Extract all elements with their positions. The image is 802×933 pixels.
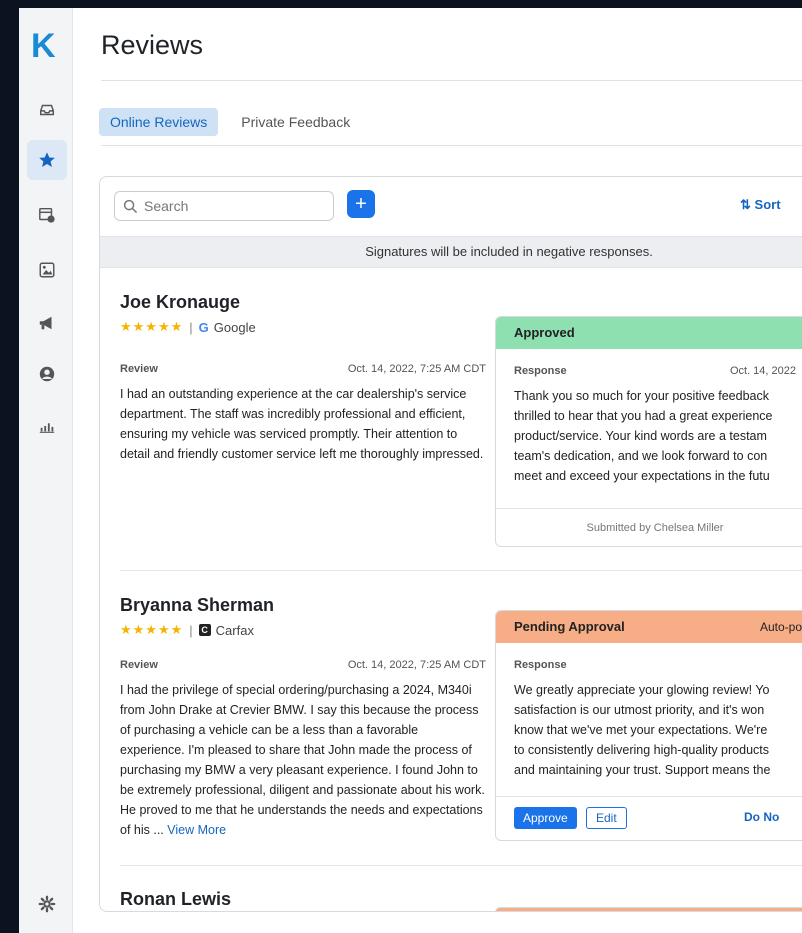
response-line: to consistently delivering high-quality … — [514, 743, 769, 757]
tab-online-reviews[interactable]: Online Reviews — [99, 108, 219, 136]
review-text: I had an outstanding experience at the c… — [120, 387, 484, 461]
star-rating: ★★★★★ — [120, 622, 184, 637]
response-status: Pending Approval Auto-po — [496, 611, 802, 643]
review-text: I had the privilege of special ordering/… — [120, 680, 486, 840]
response-meta: Response Oct. 14, 2022 — [496, 365, 802, 377]
response-card — [495, 907, 802, 911]
star-icon — [39, 152, 55, 168]
response-status: Approved — [496, 317, 802, 349]
review-content: Review Oct. 14, 2022, 7:25 AM CDT I had … — [120, 659, 486, 840]
sidebar-item-inbox[interactable] — [27, 90, 67, 130]
sidebar-item-media[interactable] — [27, 250, 67, 290]
review-content: Review Oct. 14, 2022, 7:25 AM CDT I had … — [120, 363, 486, 464]
sort-icon: ⇅ — [740, 197, 751, 212]
review-text-body: I had the privilege of special ordering/… — [120, 683, 485, 837]
tabs-divider — [101, 145, 802, 146]
view-more-link[interactable]: View More — [167, 823, 226, 837]
review-meta: Review Oct. 14, 2022, 7:25 AM CDT — [120, 659, 486, 671]
tab-private-feedback[interactable]: Private Feedback — [230, 108, 361, 136]
edit-button[interactable]: Edit — [586, 807, 627, 829]
sidebar-item-analytics[interactable] — [27, 406, 67, 446]
response-card: Pending Approval Auto-po Response We gre… — [495, 610, 802, 841]
sidebar-item-settings[interactable] — [27, 884, 67, 924]
response-label: Response — [514, 365, 567, 377]
inbox-icon — [39, 104, 55, 116]
review-divider — [120, 865, 802, 866]
separator: | — [189, 319, 193, 335]
reviews-panel: + ⇅ Sort Signatures will be included in … — [99, 176, 802, 912]
add-button[interactable]: + — [347, 190, 375, 218]
response-meta: Response — [496, 659, 802, 671]
approve-button[interactable]: Approve — [514, 807, 577, 829]
search-box[interactable] — [114, 191, 334, 221]
pending-label: Pending Approval — [514, 619, 625, 634]
response-line: Thank you so much for your positive feed… — [514, 389, 769, 403]
submitted-by: Submitted by Chelsea Miller — [496, 508, 802, 546]
source-name: Carfax — [215, 622, 254, 638]
sidebar-item-campaigns[interactable] — [27, 303, 67, 343]
response-status-partial — [496, 908, 802, 911]
review-date: Oct. 14, 2022, 7:25 AM CDT — [347, 659, 486, 671]
review-label: Review — [120, 659, 158, 671]
response-line: product/service. Your kind words are a t… — [514, 429, 767, 443]
carfax-icon: C — [198, 624, 211, 636]
response-line: and maintaining your trust. Support mean… — [514, 763, 771, 777]
star-rating: ★★★★★ — [120, 319, 184, 334]
sidebar-item-billing[interactable] — [27, 195, 67, 235]
response-line: thrilled to hear that you had a great ex… — [514, 409, 773, 423]
response-date: Oct. 14, 2022 — [729, 365, 796, 377]
review-divider — [120, 570, 802, 571]
search-icon — [123, 199, 138, 213]
megaphone-icon — [39, 316, 52, 330]
response-line: know that we've met your expectations. W… — [514, 723, 768, 737]
app-window: K Reviews Online Reviews Private Feedbac… — [19, 8, 802, 933]
review-meta: Review Oct. 14, 2022, 7:25 AM CDT — [120, 363, 486, 375]
app-logo[interactable]: K — [31, 28, 61, 64]
response-line: satisfaction is our utmost priority, and… — [514, 703, 765, 717]
gear-icon — [38, 895, 56, 913]
user-icon — [39, 366, 55, 382]
sidebar-item-reviews[interactable] — [27, 140, 67, 180]
reviewer-name: Joe Kronauge — [120, 292, 241, 312]
analytics-icon — [39, 423, 55, 433]
do-not-post-button[interactable]: Do No — [744, 810, 779, 824]
review-label: Review — [120, 363, 158, 375]
gallery-icon — [39, 262, 55, 278]
title-divider — [101, 80, 802, 81]
page-title: Reviews — [101, 30, 204, 60]
signature-banner: Signatures will be included in negative … — [100, 236, 802, 268]
response-text: We greatly appreciate your glowing revie… — [496, 680, 802, 780]
response-line: meet and exceed your expectations in the… — [514, 469, 770, 483]
sort-label: Sort — [754, 197, 781, 212]
response-label: Response — [514, 659, 567, 671]
auto-post-label: Auto-po — [759, 620, 802, 634]
separator: | — [189, 622, 193, 638]
source-name: Google — [213, 319, 256, 335]
response-card: Approved Response Oct. 14, 2022 Thank yo… — [495, 316, 802, 547]
response-actions: Approve Edit Do No — [496, 796, 802, 840]
main-content: Reviews Online Reviews Private Feedback … — [74, 8, 802, 933]
tab-bar: Online Reviews Private Feedback — [99, 108, 361, 136]
search-input[interactable] — [144, 198, 324, 214]
review-date: Oct. 14, 2022, 7:25 AM CDT — [347, 363, 486, 375]
google-icon: G — [198, 319, 209, 335]
sidebar-item-account[interactable] — [27, 354, 67, 394]
response-text: Thank you so much for your positive feed… — [496, 386, 802, 486]
sort-button[interactable]: ⇅ Sort — [740, 197, 781, 213]
sidebar: K — [19, 8, 73, 933]
response-line: We greatly appreciate your glowing revie… — [514, 683, 770, 697]
response-line: team's dedication, and we look forward t… — [514, 449, 768, 463]
billing-icon — [39, 207, 55, 223]
